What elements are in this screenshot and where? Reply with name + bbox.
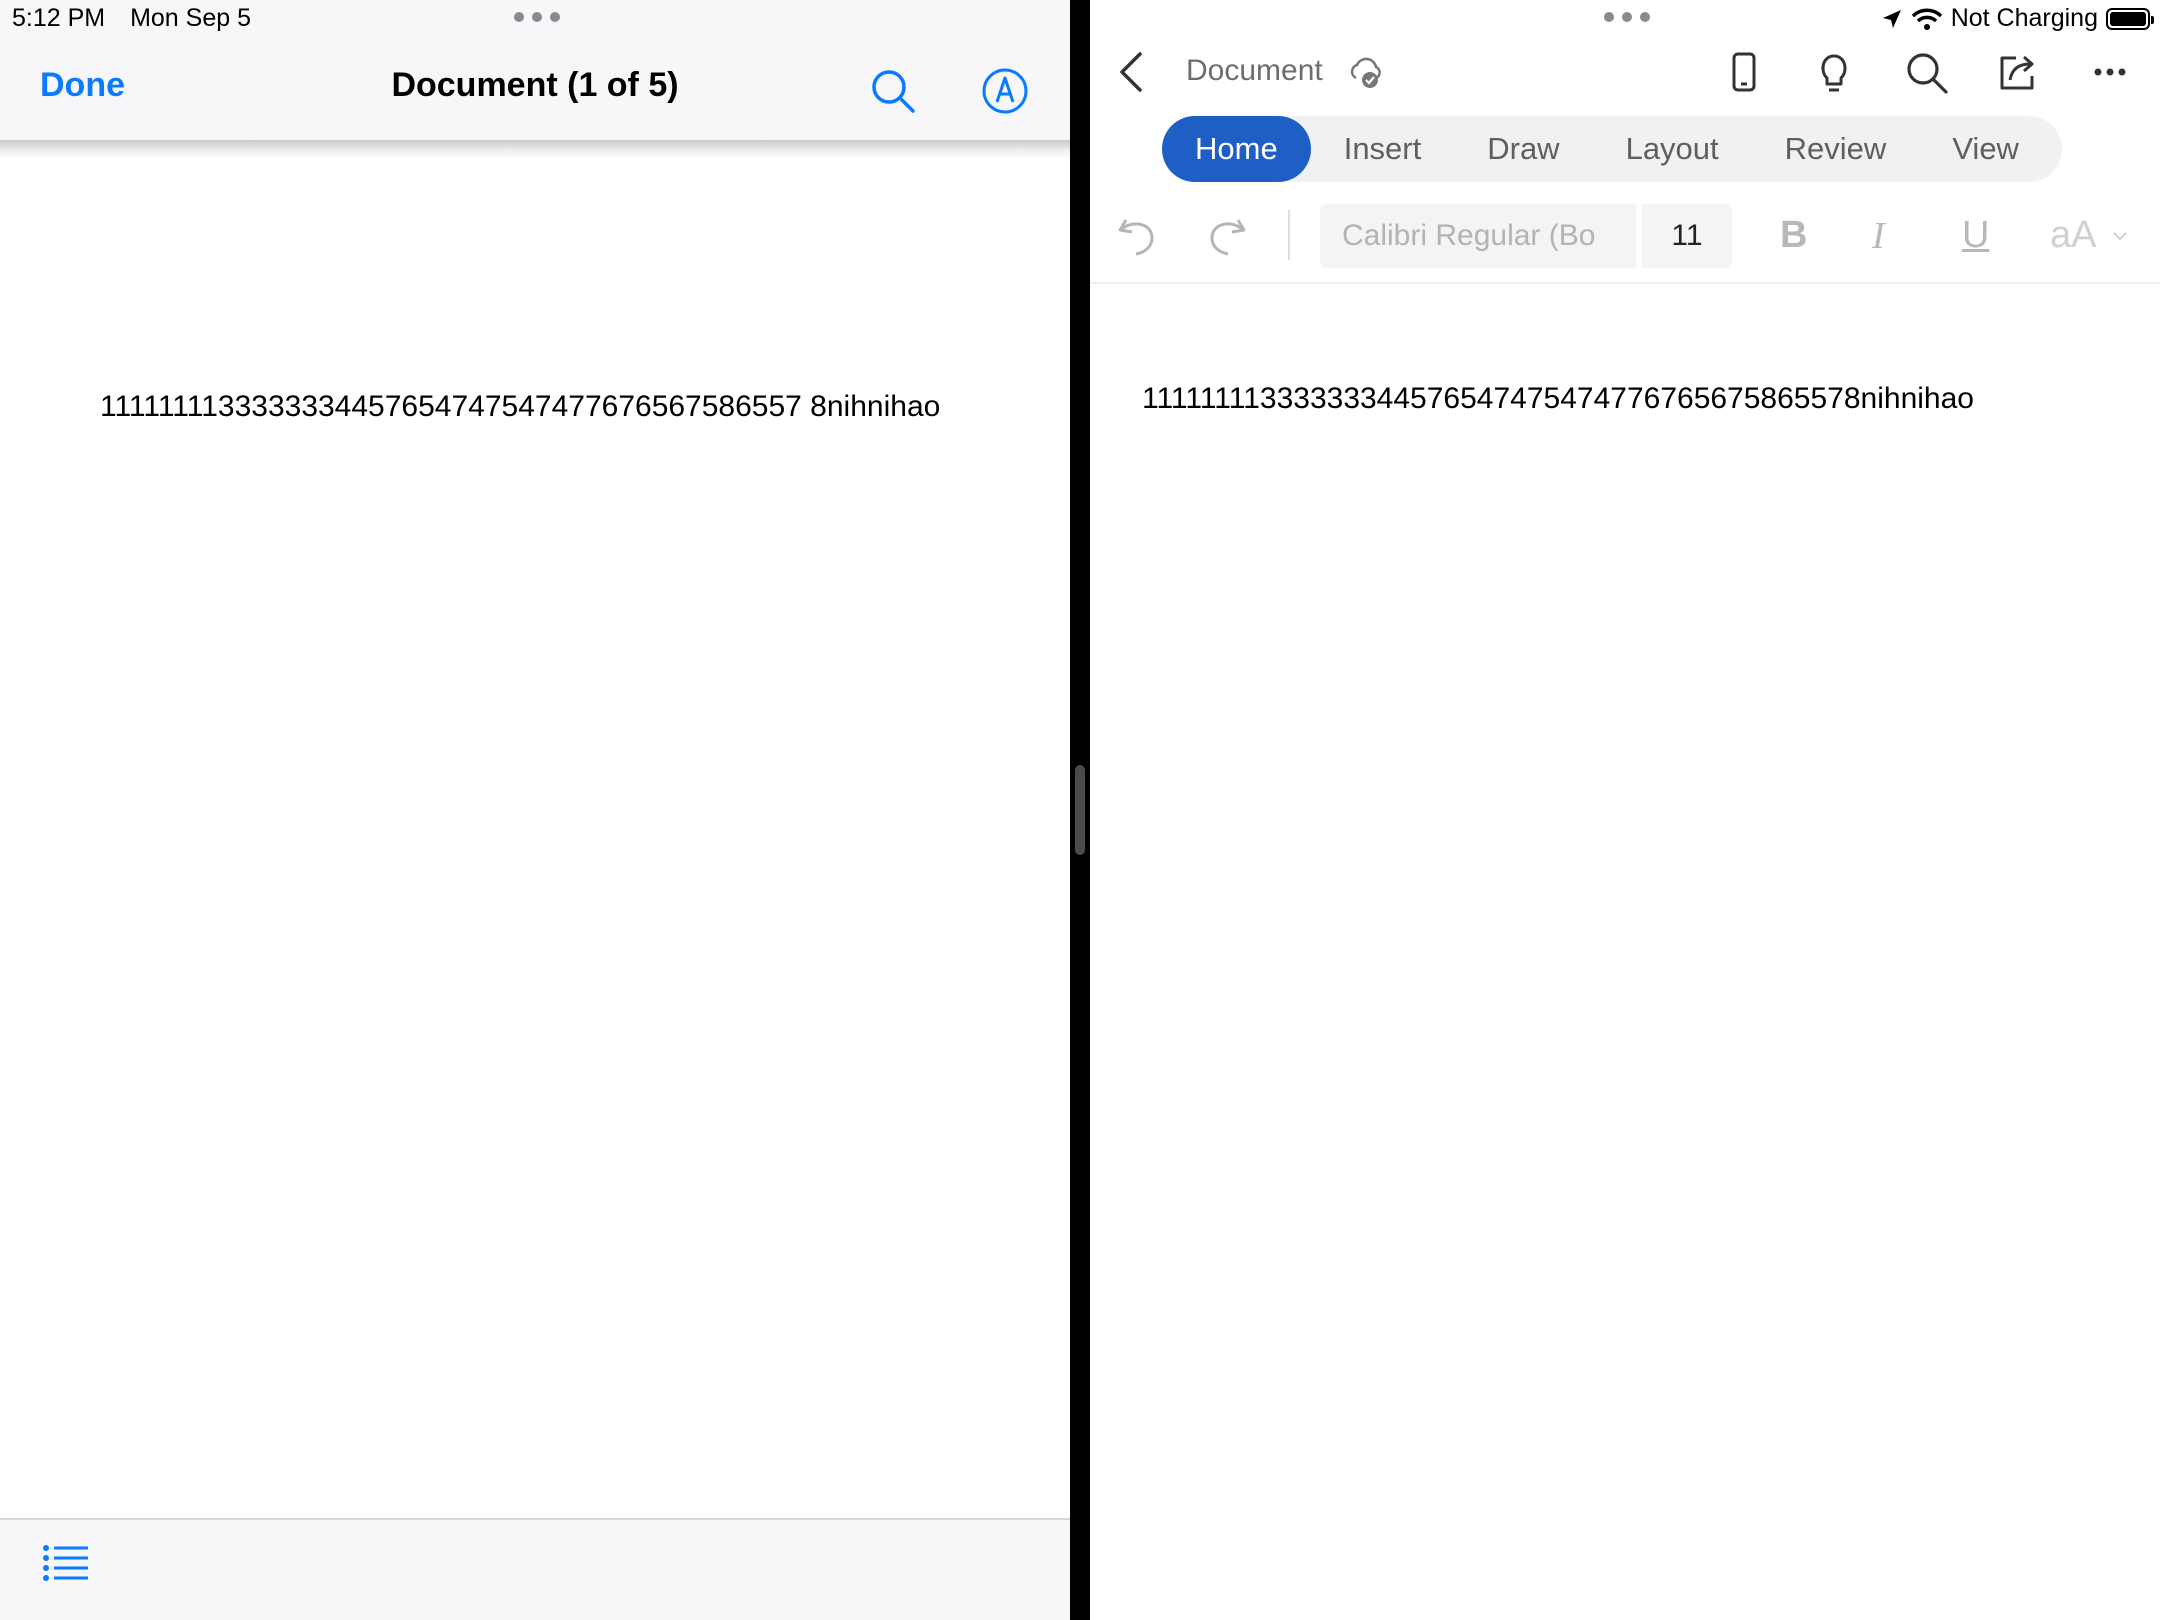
undo-icon[interactable] [1114, 212, 1160, 258]
tab-draw[interactable]: Draw [1454, 116, 1592, 182]
text-size-button[interactable]: aA [2050, 214, 2096, 257]
font-name-field[interactable]: Calibri Regular (Bo [1320, 204, 1636, 268]
tab-home[interactable]: Home [1162, 116, 1311, 182]
search-icon-word[interactable] [1902, 48, 1950, 96]
tab-view[interactable]: View [1919, 116, 2052, 182]
lightbulb-icon[interactable] [1810, 48, 1858, 96]
mobile-view-icon[interactable] [1720, 48, 1768, 96]
status-bar-right: Not Charging [1881, 4, 2154, 33]
share-icon[interactable] [1994, 48, 2042, 96]
tab-layout[interactable]: Layout [1593, 116, 1752, 182]
italic-button[interactable]: I [1872, 214, 1885, 258]
tab-review[interactable]: Review [1752, 116, 1920, 182]
bold-button[interactable]: B [1780, 214, 1807, 257]
search-icon[interactable] [868, 66, 918, 116]
preview-footer [0, 1518, 1070, 1620]
preview-body-text: 1111111133333334457654747547477676567586… [100, 390, 941, 423]
location-icon [1882, 9, 1901, 28]
multitask-menu-right[interactable] [1604, 12, 1650, 22]
battery-status-text: Not Charging [1950, 4, 2098, 32]
document-name[interactable]: Document [1186, 54, 1323, 88]
chevron-down-icon[interactable] [2112, 230, 2128, 242]
status-time: 5:12 PM [12, 4, 106, 32]
header-shadow [0, 140, 1070, 158]
more-icon[interactable] [2086, 48, 2134, 96]
markup-icon[interactable] [980, 66, 1030, 116]
battery-icon [2106, 7, 2154, 30]
multitask-menu[interactable] [514, 12, 560, 22]
tab-insert[interactable]: Insert [1311, 116, 1455, 182]
back-chevron-icon[interactable] [1116, 50, 1146, 94]
word-pane: Not Charging Document Home Insert Draw L… [1090, 0, 2160, 1620]
preview-pane: 5:12 PM Mon Sep 5 Done Document (1 of 5)… [0, 0, 1070, 1620]
list-icon[interactable] [42, 1542, 92, 1582]
font-size-field[interactable]: 11 [1642, 204, 1732, 268]
status-date: Mon Sep 5 [130, 4, 251, 32]
wifi-icon [1911, 8, 1942, 30]
ribbon-tabs: Home Insert Draw Layout Review View [1162, 116, 2062, 182]
underline-button[interactable]: U [1962, 214, 1989, 257]
toolbar-separator [1288, 210, 1290, 260]
cloud-saved-icon [1350, 57, 1381, 88]
split-view-divider[interactable] [1075, 765, 1085, 855]
document-body-text[interactable]: 1111111133333334457654747547477676567586… [1142, 382, 1974, 416]
status-bar-left: 5:12 PM Mon Sep 5 [12, 4, 269, 33]
redo-icon[interactable] [1204, 212, 1250, 258]
